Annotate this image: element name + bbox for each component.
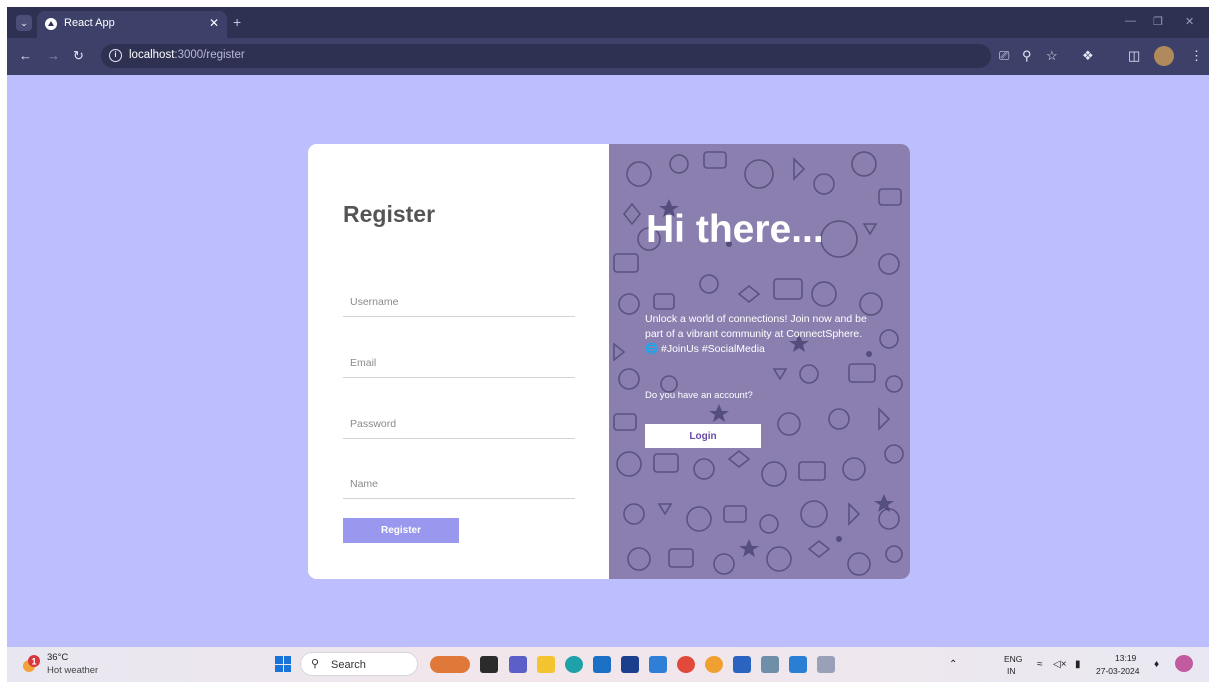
welcome-panel: Hi there... Unlock a world of connection…	[609, 144, 910, 579]
close-tab-icon[interactable]: ✕	[209, 16, 219, 30]
tab-title: React App	[64, 17, 115, 29]
taskbar-search[interactable]: ⚲ Search	[300, 652, 418, 676]
volume-icon[interactable]: ◁×	[1053, 659, 1067, 670]
vscode-icon[interactable]	[789, 656, 807, 673]
notification-bell-icon[interactable]: ♦	[1154, 659, 1159, 670]
clock-date[interactable]: 27-03-2024	[1096, 666, 1139, 676]
account-prompt: Do you have an account?	[645, 390, 753, 401]
cast-icon[interactable]: ⎚	[999, 48, 1009, 64]
microsoft-store-icon[interactable]	[593, 656, 611, 673]
svg-text:1: 1	[31, 657, 36, 667]
word-icon[interactable]	[733, 656, 751, 673]
password-input[interactable]	[343, 409, 575, 439]
register-button[interactable]: Register	[343, 518, 459, 543]
chrome-icon[interactable]	[677, 656, 695, 673]
snipping-tool-icon[interactable]	[817, 656, 835, 673]
extensions-icon[interactable]: ❖	[1082, 48, 1094, 64]
restore-icon[interactable]: ❐	[1153, 15, 1163, 28]
address-bar: ← → ↻ i localhost:3000/register ⎚ ⚲ ☆ ❖ …	[7, 38, 1209, 75]
url-field[interactable]: i localhost:3000/register	[101, 44, 991, 68]
weather-temperature[interactable]: 36°C	[47, 652, 68, 663]
login-button[interactable]: Login	[645, 424, 761, 448]
teams-icon[interactable]	[509, 656, 527, 673]
register-heading: Register	[343, 201, 436, 227]
tab-react-app[interactable]: React App ✕	[37, 11, 227, 38]
browser-window: ⌄ React App ✕ + — ❐ ✕ ← → ↻ i localhost:…	[7, 7, 1209, 682]
chrome-profile-icon[interactable]	[705, 656, 723, 673]
close-window-icon[interactable]: ✕	[1185, 15, 1194, 28]
weather-description[interactable]: Hot weather	[47, 665, 98, 676]
reload-icon[interactable]: ↻	[73, 48, 84, 64]
language-code[interactable]: ENG	[1004, 654, 1022, 664]
tab-search-icon[interactable]: ⌄	[16, 15, 32, 31]
task-view-icon[interactable]	[480, 656, 498, 673]
show-hidden-icons-chevron-icon[interactable]: ⌃	[949, 659, 957, 670]
clock-time[interactable]: 13:19	[1115, 653, 1136, 663]
url-text: localhost:3000/register	[129, 49, 245, 61]
new-tab-icon[interactable]: +	[233, 14, 241, 30]
email-input[interactable]	[343, 348, 575, 378]
edge-browser-icon[interactable]	[565, 656, 583, 673]
notepad-icon[interactable]	[761, 656, 779, 673]
menu-kebab-icon[interactable]: ⋮	[1190, 48, 1203, 64]
register-card: Register Register	[308, 144, 910, 579]
side-panel-icon[interactable]: ◫	[1128, 48, 1140, 64]
forward-icon[interactable]: →	[47, 48, 60, 63]
search-icon: ⚲	[311, 658, 320, 670]
welcome-heading: Hi there...	[646, 208, 824, 251]
site-info-icon[interactable]: i	[109, 49, 122, 62]
register-form: Register Register	[308, 144, 609, 579]
file-explorer-icon[interactable]	[537, 656, 555, 673]
windows-start-icon[interactable]	[275, 656, 291, 672]
welcome-blurb: Unlock a world of connections! Join now …	[645, 313, 867, 355]
widgets-app-icon[interactable]	[430, 656, 470, 673]
name-input[interactable]	[343, 469, 575, 499]
minimize-icon[interactable]: —	[1125, 15, 1136, 27]
bookmark-star-icon[interactable]: ☆	[1046, 48, 1058, 64]
back-icon[interactable]: ←	[19, 48, 32, 63]
search-label: Search	[331, 659, 366, 671]
username-input[interactable]	[343, 287, 575, 317]
wifi-icon[interactable]: ≈	[1037, 659, 1043, 670]
windows-taskbar: 1 36°C Hot weather ⚲ Search ⌃ ENG IN ≈ ◁…	[7, 647, 1209, 682]
profile-avatar[interactable]	[1154, 46, 1174, 66]
copilot-icon[interactable]	[1175, 655, 1193, 672]
language-region[interactable]: IN	[1007, 666, 1016, 676]
favicon-icon	[45, 18, 57, 30]
battery-icon[interactable]: ▮	[1075, 659, 1081, 670]
blue-app-icon[interactable]	[649, 656, 667, 673]
weather-alert-icon[interactable]: 1	[21, 654, 41, 674]
tab-bar: ⌄ React App ✕ + — ❐ ✕	[7, 7, 1209, 38]
dropbox-icon[interactable]	[621, 656, 639, 673]
zoom-icon[interactable]: ⚲	[1022, 48, 1032, 64]
